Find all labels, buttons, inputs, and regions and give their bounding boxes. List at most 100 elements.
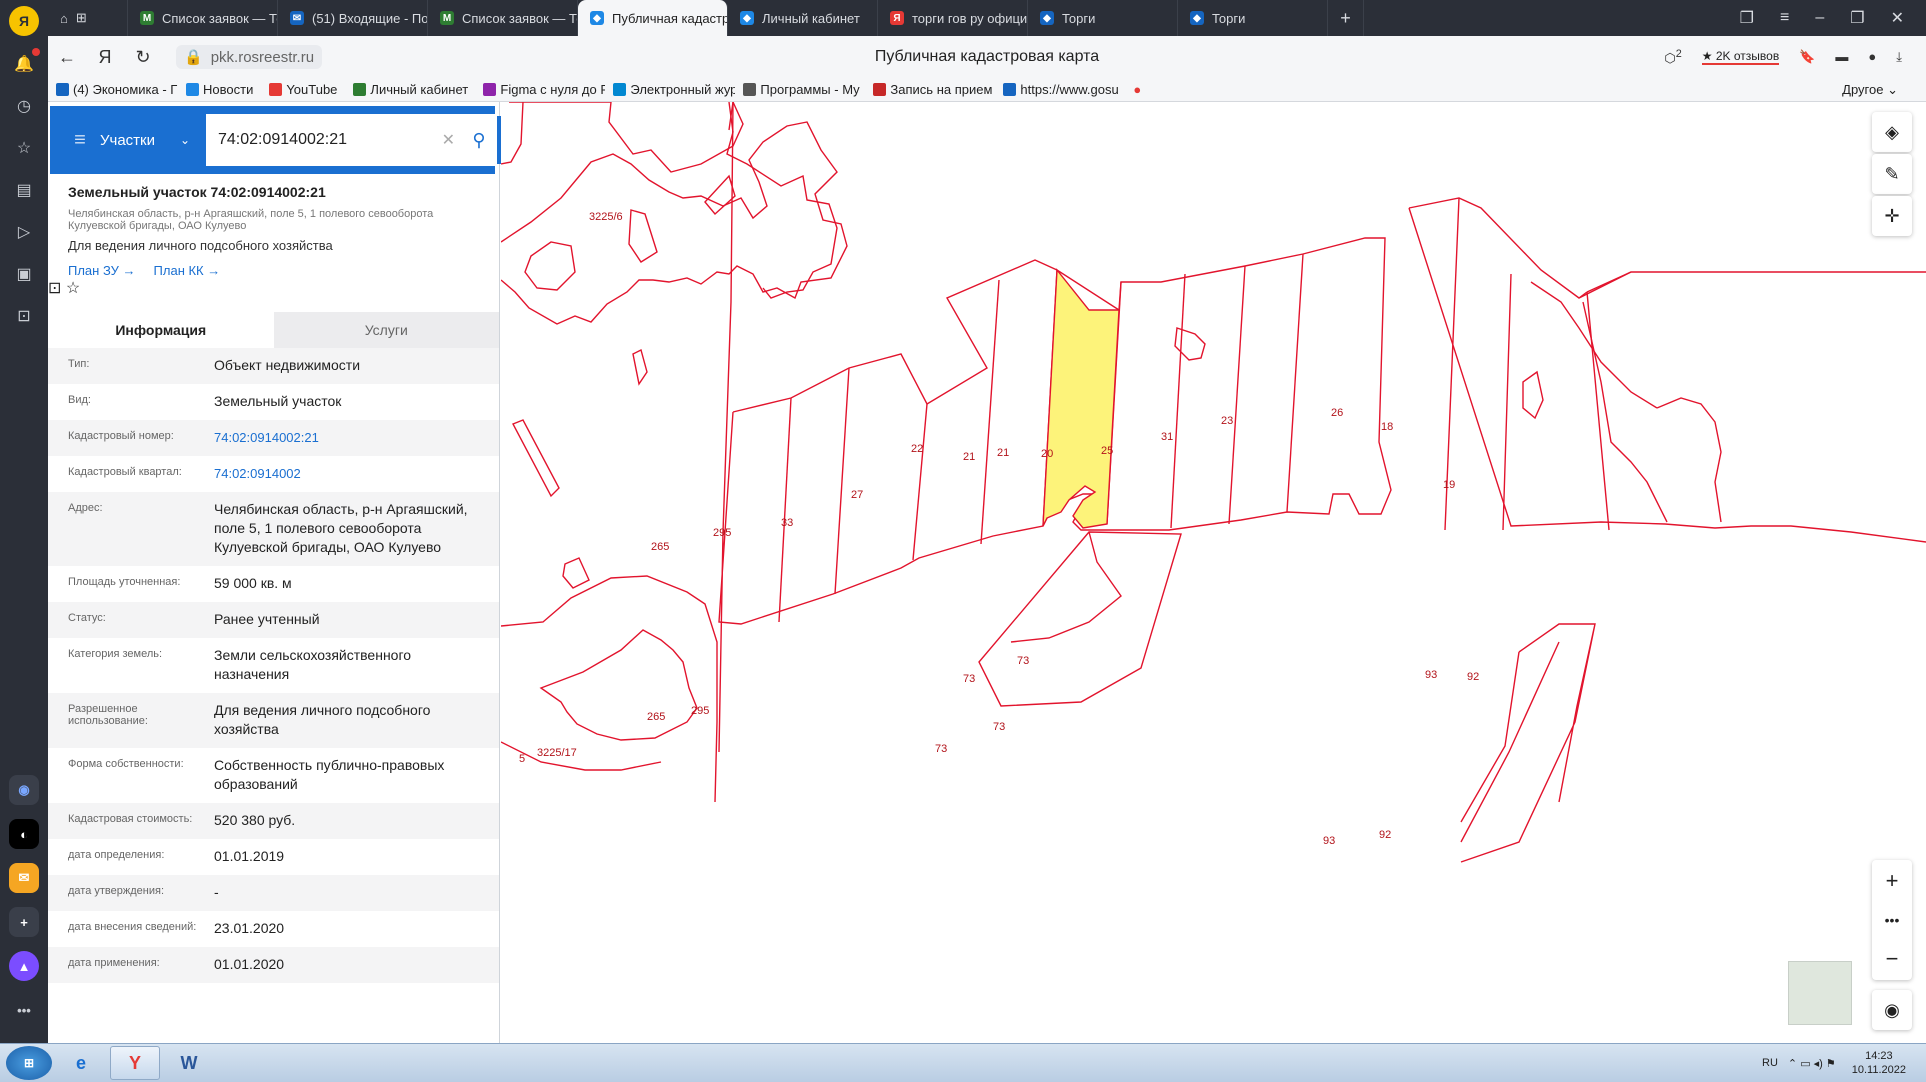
language-indicator[interactable]: RU [1762, 1057, 1778, 1069]
add-app-icon[interactable]: + [9, 907, 39, 937]
attribute-value[interactable]: 74:02:0914002:21 [214, 428, 479, 447]
minimize-icon[interactable]: – [1815, 9, 1824, 27]
bookmark-item[interactable]: Электронный жур [605, 82, 735, 97]
browser-tab[interactable]: Яторги гов ру официаль [878, 0, 1028, 36]
compass-button[interactable]: ◉ [1872, 990, 1912, 1030]
browser-tab[interactable]: ◆ Торги [1178, 0, 1328, 36]
close-window-icon[interactable]: ✕ [1891, 8, 1904, 28]
calendar-icon[interactable]: ▣ [10, 260, 38, 288]
attribute-row: Тип: Объект недвижимости [48, 348, 499, 384]
bookmark-item[interactable]: Figma с нуля до Р [475, 82, 605, 97]
yandex-browser-icon[interactable]: Y [110, 1046, 160, 1080]
layers-button[interactable]: ◈ [1872, 112, 1912, 152]
tray-icons[interactable]: ⌃ ▭ ◂) ⚑ [1788, 1057, 1836, 1070]
app-mail-icon[interactable]: ✉ [9, 863, 39, 893]
parcel-label: 33 [781, 517, 793, 529]
object-title: Земельный участок 74:02:0914002:21 [68, 184, 326, 200]
plan-zu-link[interactable]: План ЗУ → [68, 263, 136, 278]
zoom-in-button[interactable]: + [1886, 868, 1899, 894]
browser-tab[interactable]: M Список заявок — Техн [428, 0, 578, 36]
tab-home[interactable]: ⌂ ⊞ [48, 0, 128, 36]
clock[interactable]: 14:23 10.11.2022 [1846, 1049, 1912, 1077]
word-icon[interactable]: W [164, 1046, 214, 1080]
search-icon[interactable]: ⚲ [463, 130, 495, 151]
attribute-key: дата утверждения: [68, 885, 165, 897]
bookmark-item[interactable]: Личный кабинет [345, 82, 475, 97]
downloads-icon[interactable]: ⤓ [1896, 49, 1902, 65]
browser-tab[interactable]: ◆ Торги [1028, 0, 1178, 36]
history-icon[interactable]: ◷ [10, 92, 38, 120]
yandex-icon[interactable]: Я [86, 47, 124, 68]
new-tab-button[interactable]: + [1328, 0, 1364, 36]
attribute-key: Кадастровый номер: [68, 430, 174, 442]
browser-tab[interactable]: ✉ (51) Входящие - Почта [278, 0, 428, 36]
search-input[interactable]: 74:02:0914002:21 ✕ ⚲ [206, 114, 495, 166]
extensions-icon[interactable]: ⬡2 [1664, 48, 1681, 66]
notifications-icon[interactable]: 🔔 [10, 48, 40, 78]
clear-icon[interactable]: ✕ [434, 130, 463, 150]
system-tray: RU ⌃ ▭ ◂) ⚑ 14:23 10.11.2022 [1762, 1049, 1926, 1077]
search-type-select[interactable]: Участки [100, 132, 180, 149]
browser-tab[interactable]: ◆Публичная кадастро✕ [578, 0, 728, 36]
browser-menu-icon[interactable]: ≡ [1780, 9, 1789, 27]
parcel-label: 92 [1467, 671, 1479, 683]
bookmark-item[interactable]: (4) Экономика - Г [48, 82, 178, 97]
back-icon[interactable]: ← [48, 47, 86, 68]
bookmark-item[interactable]: Программы - Му [735, 82, 865, 97]
bookmark-icon[interactable]: 🔖 [1799, 49, 1815, 65]
browser-tab[interactable]: M Список заявок — Техн [128, 0, 278, 36]
attribute-value[interactable]: 74:02:0914002 [214, 464, 479, 483]
tabs-menu-icon[interactable]: ❐ [1740, 8, 1754, 28]
reviews-button[interactable]: ★ 2K отзывов [1701, 49, 1780, 65]
attribute-row: дата определения: 01.01.2019 [48, 839, 499, 875]
locate-button[interactable]: ✛ [1872, 196, 1912, 236]
tab-info[interactable]: Информация [48, 312, 274, 348]
more-icon[interactable]: ••• [9, 995, 39, 1025]
favorites-icon[interactable]: ☆ [10, 134, 38, 162]
tab-services[interactable]: Услуги [273, 312, 499, 348]
bookmark-item[interactable]: YouTube [261, 82, 345, 97]
bookmark-favicon-icon [613, 83, 627, 96]
window-controls: ❐ ≡ – ❐ ✕ [1740, 8, 1926, 28]
home-icon: ⌂ [60, 10, 68, 26]
screenshot-icon[interactable]: ⊡ [10, 302, 38, 330]
app-alice-icon[interactable]: ◐ [9, 819, 39, 849]
ruler-button[interactable]: ✎ [1872, 154, 1912, 194]
zoom-out-button[interactable]: − [1886, 946, 1899, 972]
map-thumbnail[interactable] [1788, 961, 1852, 1025]
plan-kk-link[interactable]: План КК → [154, 263, 221, 278]
parcel-label: 21 [997, 447, 1009, 459]
bookmark-favicon-icon [873, 83, 887, 96]
favorite-star-icon[interactable]: ☆ [66, 280, 80, 297]
parcel-label: 73 [935, 743, 947, 755]
tab-favicon-icon: M [440, 11, 454, 25]
alice-assistant-icon[interactable]: ▲ [9, 951, 39, 981]
bookmark-favicon-icon [186, 83, 199, 96]
app-gosuslugi-icon[interactable]: ◉ [9, 775, 39, 805]
attribute-row: Площадь уточненная: 59 000 кв. м [48, 566, 499, 602]
reload-icon[interactable]: ↻ [124, 47, 162, 68]
bookmarks-other[interactable]: Другое ⌄ [1842, 82, 1926, 98]
menu-icon[interactable]: ≡ [60, 129, 100, 152]
panel-tabs: Информация Услуги [48, 312, 499, 348]
cadastral-map[interactable]: 3225/6 22 21 21 20 25 31 23 26 18 19 265 295 33 27 73 73… [501, 102, 1926, 1043]
bookmark-extra-icon[interactable]: ● [1125, 82, 1149, 97]
bookmark-item[interactable]: https://www.gosu [995, 82, 1125, 97]
ie-icon[interactable]: e [56, 1046, 106, 1080]
video-icon[interactable]: ▷ [10, 218, 38, 246]
yandex-logo-icon[interactable]: Я [9, 6, 39, 36]
protect-icon[interactable]: ▬ [1835, 49, 1848, 64]
bookmark-item[interactable]: Новости [178, 82, 261, 97]
restore-icon[interactable]: ❐ [1850, 8, 1864, 28]
map-canvas[interactable]: 3225/6 22 21 21 20 25 31 23 26 18 19 265 295 33 27 73 73… [501, 102, 1926, 1043]
collections-icon[interactable]: ▤ [10, 176, 38, 204]
start-button[interactable]: ⊞ [6, 1046, 52, 1080]
url-field[interactable]: 🔒 pkk.rosreestr.ru [176, 45, 323, 69]
zoom-more-icon[interactable]: ••• [1885, 912, 1900, 928]
profile-icon[interactable]: ● [1868, 49, 1876, 64]
bookmark-item[interactable]: Запись на прием [865, 82, 995, 97]
attribute-value: 23.01.2020 [214, 920, 285, 936]
browser-tab[interactable]: ◆ Личный кабинет [728, 0, 878, 36]
chevron-down-icon[interactable]: ⌄ [180, 133, 200, 147]
zoom-to-object-icon[interactable]: ⊡ [48, 280, 61, 297]
